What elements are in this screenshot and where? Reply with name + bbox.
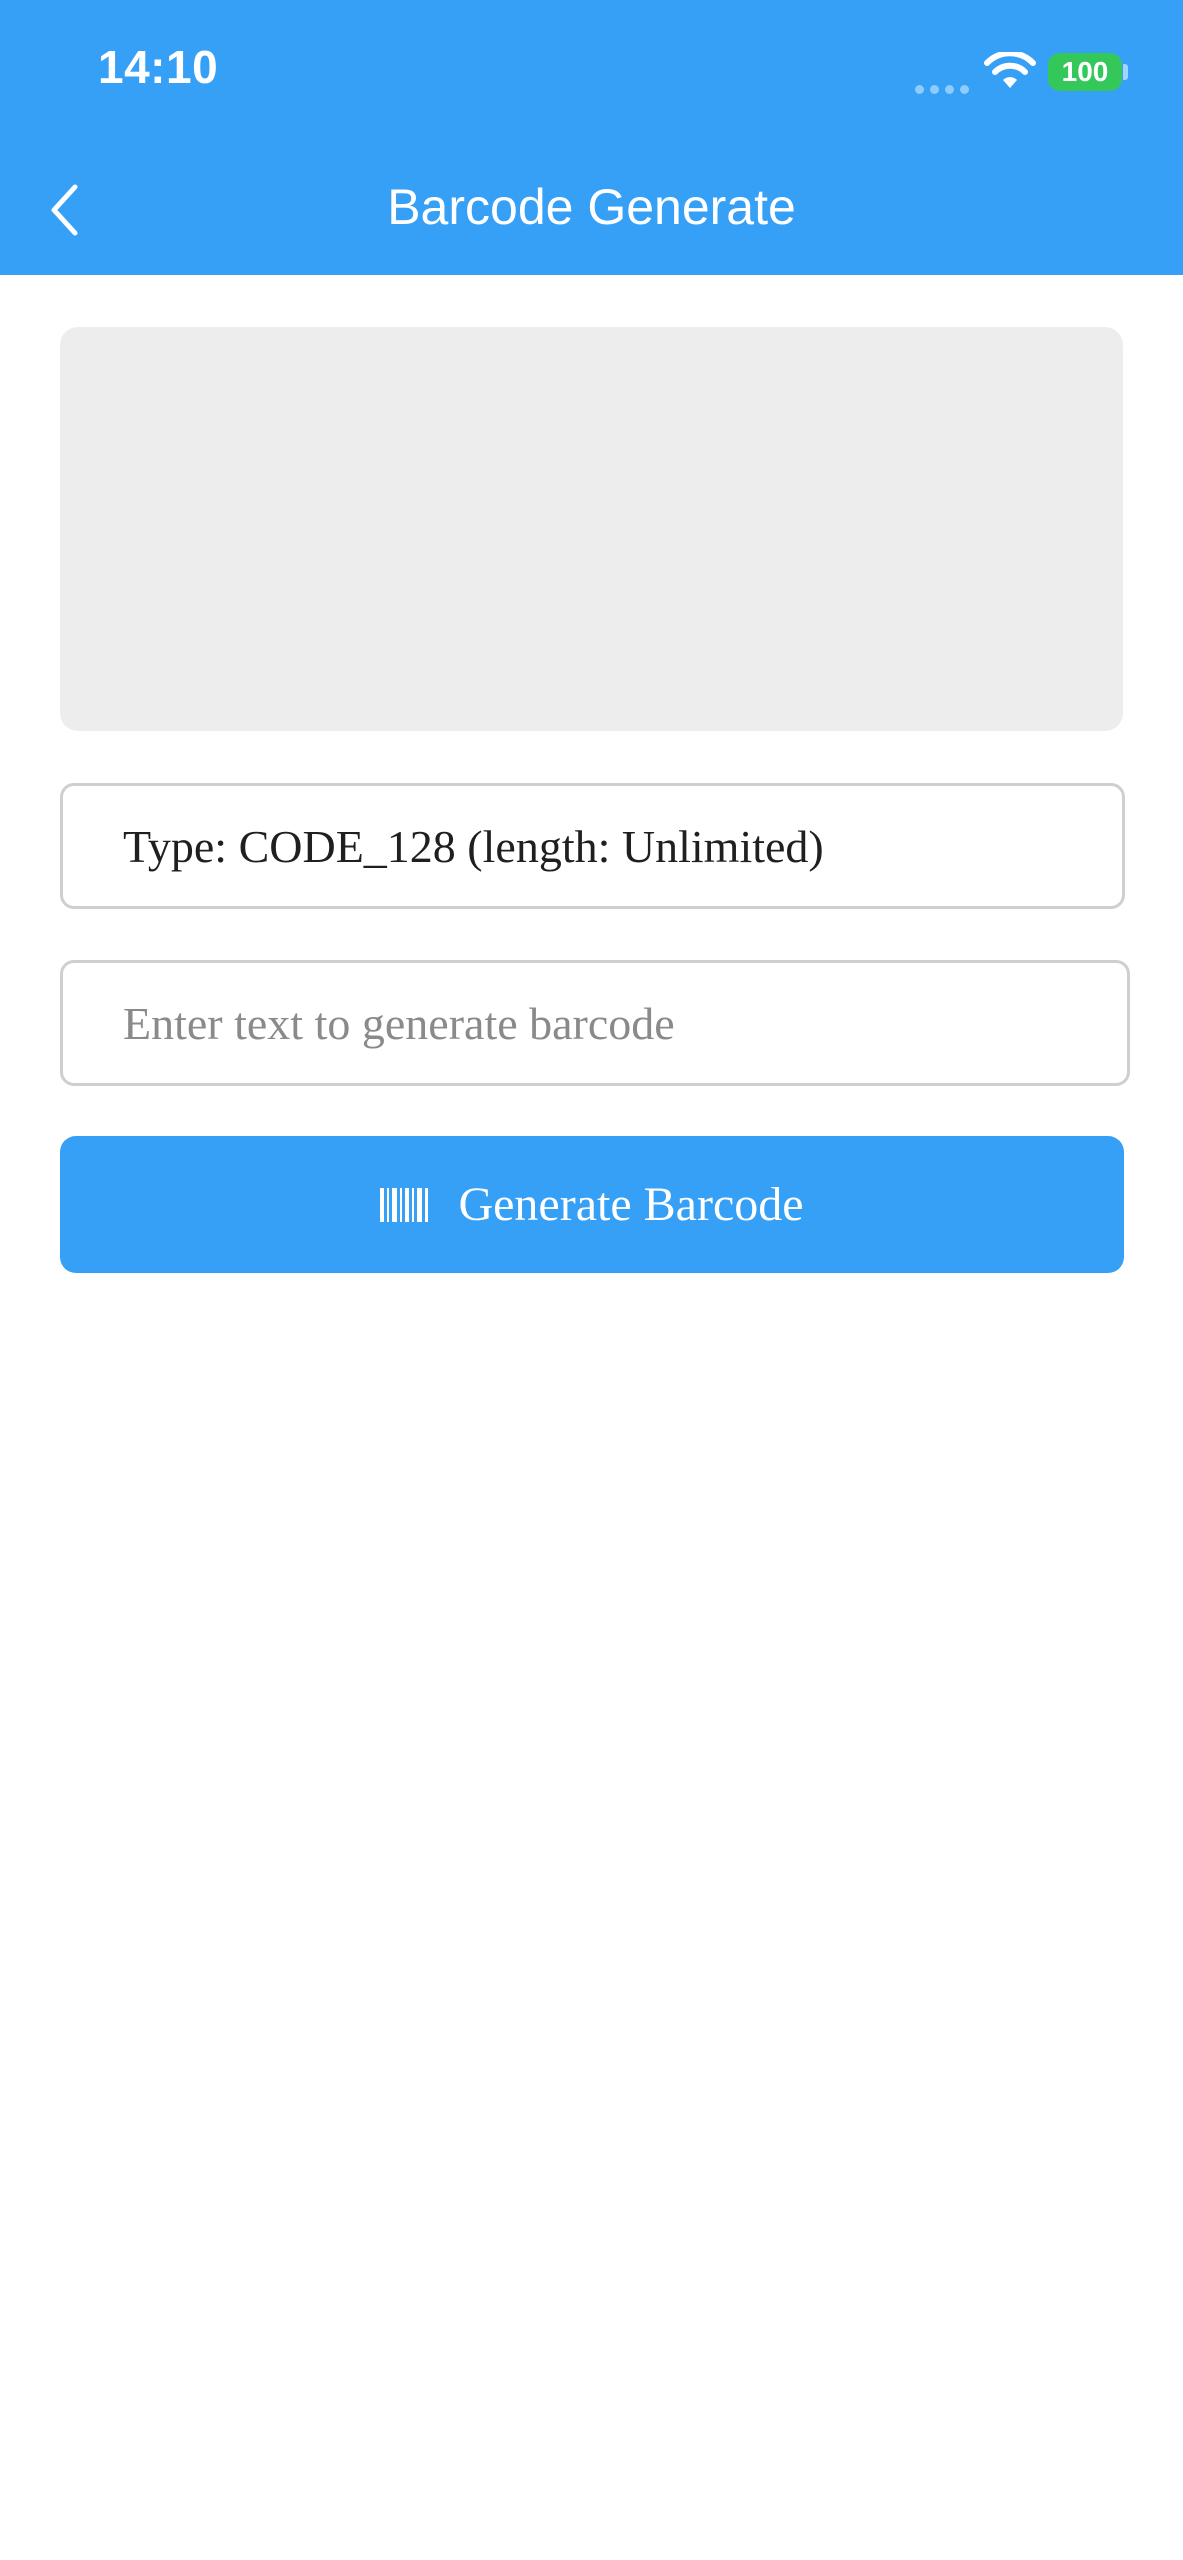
- barcode-type-selector[interactable]: Type: CODE_128 (length: Unlimited): [60, 783, 1125, 909]
- barcode-type-label: Type: CODE_128 (length: Unlimited): [123, 820, 824, 872]
- app-header: 14:10 100 Barcode Generate: [0, 0, 1183, 275]
- battery-tip: [1123, 64, 1128, 80]
- barcode-text-input[interactable]: [60, 960, 1130, 1086]
- battery-indicator: 100: [1048, 53, 1122, 91]
- generate-barcode-button[interactable]: Generate Barcode: [60, 1136, 1124, 1273]
- page-title: Barcode Generate: [387, 179, 796, 235]
- cellular-signal-icon: [915, 83, 971, 95]
- generate-barcode-label: Generate Barcode: [458, 1178, 804, 1231]
- barcode-preview-area: [60, 327, 1123, 731]
- status-time: 14:10: [98, 41, 219, 93]
- barcode-icon: [380, 1186, 430, 1224]
- wifi-icon: [984, 52, 1036, 88]
